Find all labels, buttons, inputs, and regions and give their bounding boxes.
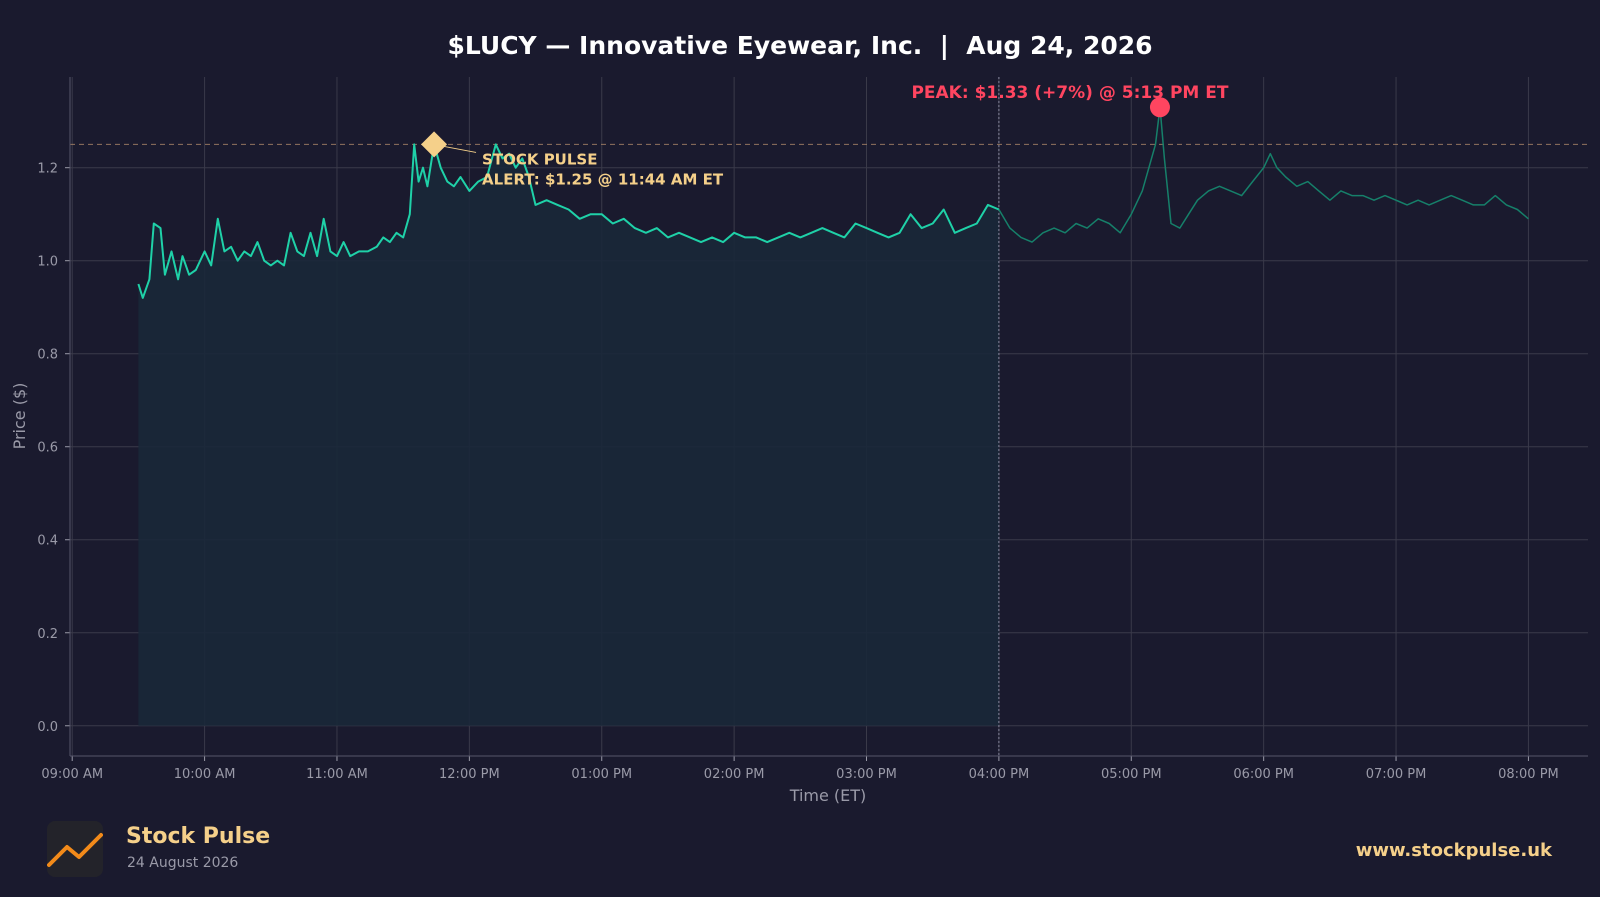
y-axis-label: Price ($) bbox=[10, 383, 29, 450]
x-tick-label: 07:00 PM bbox=[1366, 767, 1427, 782]
x-tick-label: 02:00 PM bbox=[704, 767, 765, 782]
alert-label: STOCK PULSE bbox=[482, 150, 597, 168]
x-axis-label: Time (ET) bbox=[789, 786, 867, 805]
regular-session-area bbox=[138, 144, 999, 726]
footer-url-link[interactable]: www.stockpulse.uk bbox=[1356, 840, 1552, 861]
x-tick-label: 09:00 AM bbox=[41, 767, 103, 782]
x-tick-label: 04:00 PM bbox=[969, 767, 1030, 782]
x-tick-label: 06:00 PM bbox=[1233, 767, 1294, 782]
y-tick-label: 1.0 bbox=[37, 255, 58, 270]
footer-date: 24 August 2026 bbox=[127, 855, 239, 871]
peak-label: PEAK: $1.33 (+7%) @ 5:13 PM ET bbox=[911, 83, 1228, 103]
line-chart-icon bbox=[47, 833, 103, 867]
chart-annotations: STOCK PULSE ALERT: $1.25 @ 11:44 AM ET PEA… bbox=[421, 83, 1229, 188]
x-tick-label: 12:00 PM bbox=[439, 767, 500, 782]
x-tick-label: 11:00 AM bbox=[306, 767, 368, 782]
y-tick-label: 0.6 bbox=[37, 441, 58, 456]
x-tick-label: 05:00 PM bbox=[1101, 767, 1162, 782]
y-tick-label: 0.4 bbox=[37, 534, 58, 549]
plot-area bbox=[70, 77, 1588, 756]
alert-marker-diamond bbox=[421, 131, 448, 158]
x-tick-label: 01:00 PM bbox=[571, 767, 632, 782]
alert-label: ALERT: $1.25 @ 11:44 AM ET bbox=[482, 170, 724, 188]
y-tick-label: 0.8 bbox=[37, 348, 58, 363]
chart-title: $LUCY — Innovative Eyewear, Inc. | Aug 2… bbox=[447, 31, 1152, 60]
x-tick-label: 03:00 PM bbox=[836, 767, 897, 782]
y-tick-label: 1.2 bbox=[37, 162, 58, 177]
y-tick-label: 0.2 bbox=[37, 627, 58, 642]
y-tick-label: 0.0 bbox=[37, 720, 58, 735]
price-chart: $LUCY — Innovative Eyewear, Inc. | Aug 2… bbox=[10, 31, 1588, 805]
alert-leader-line bbox=[443, 145, 477, 153]
x-tick-label: 08:00 PM bbox=[1498, 767, 1559, 782]
footer-brand: Stock Pulse bbox=[126, 824, 271, 849]
x-tick-label: 10:00 AM bbox=[174, 767, 236, 782]
stock-pulse-logo bbox=[47, 821, 103, 877]
